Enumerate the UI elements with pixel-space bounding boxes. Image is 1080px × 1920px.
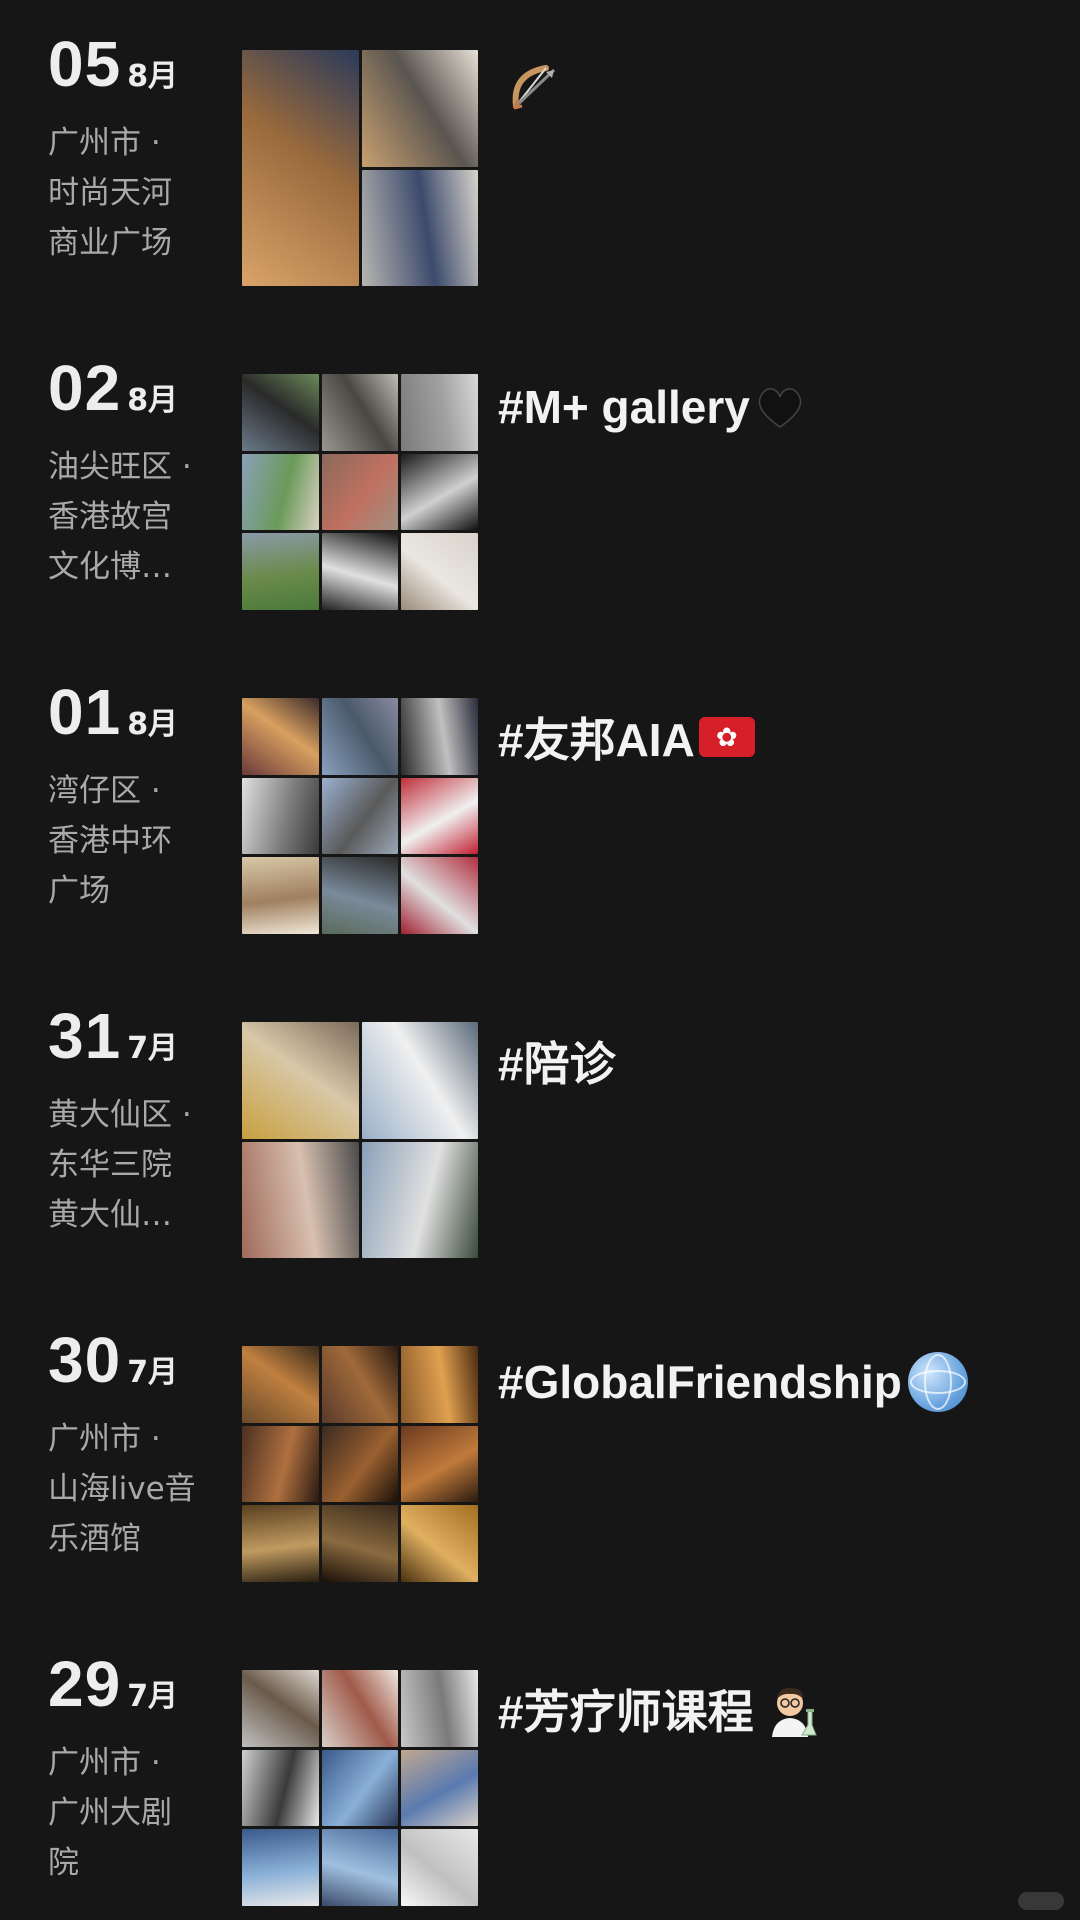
- black-heart-icon: [758, 388, 802, 428]
- photo-thumbnail[interactable]: [242, 1670, 319, 1747]
- photo-thumbnail[interactable]: [401, 374, 478, 451]
- date-column: 29 7月 广州市 · 广州大剧 院: [48, 1652, 218, 1888]
- caption-text: #M+ gallery: [498, 381, 750, 433]
- photo-thumbnail[interactable]: [401, 1749, 478, 1827]
- date-column: 02 8月 油尖旺区 · 香港故宫 文化博…: [48, 356, 218, 592]
- timeline-entry[interactable]: 01 8月 湾仔区 · 香港中环 广场 #友邦AIA ✿: [0, 672, 1080, 934]
- entry-location: 油尖旺区 · 香港故宫 文化博…: [48, 449, 192, 585]
- entry-month: 7月: [127, 1031, 179, 1066]
- timeline-entry[interactable]: 05 8月 广州市 · 时尚天河 商业广场: [0, 24, 1080, 286]
- entry-day: 31: [48, 1000, 122, 1072]
- entry-month: 8月: [127, 707, 179, 742]
- entry-month: 7月: [127, 1355, 179, 1390]
- entry-caption[interactable]: #友邦AIA ✿: [498, 704, 755, 770]
- photo-thumbnail[interactable]: [242, 453, 319, 531]
- timeline-entry[interactable]: 31 7月 黄大仙区 · 东华三院 黄大仙… #陪诊: [0, 996, 1080, 1258]
- caption-text: #芳疗师课程: [498, 1686, 754, 1738]
- photo-thumbnail[interactable]: [321, 1425, 399, 1503]
- photo-thumbnail[interactable]: [321, 698, 399, 775]
- caption-text: #陪诊: [498, 1038, 616, 1090]
- timeline-entry[interactable]: 02 8月 油尖旺区 · 香港故宫 文化博… #M+ gallery: [0, 348, 1080, 610]
- entry-caption[interactable]: #GlobalFriendship: [498, 1352, 968, 1412]
- entry-day: 29: [48, 1648, 122, 1720]
- hong-kong-flag-icon: ✿: [698, 717, 755, 757]
- photo-thumbnail[interactable]: [242, 1346, 319, 1423]
- entry-day: 05: [48, 28, 122, 100]
- photo-grid[interactable]: [242, 1022, 478, 1258]
- timeline: 05 8月 广州市 · 时尚天河 商业广场 02 8月 油尖旺区 · 香港故宫 …: [0, 0, 1080, 1920]
- photo-thumbnail[interactable]: [401, 1670, 478, 1747]
- date-column: 30 7月 广州市 · 山海live音 乐酒馆: [48, 1328, 218, 1564]
- entry-day: 30: [48, 1324, 122, 1396]
- photo-thumbnail[interactable]: [321, 777, 399, 855]
- photo-thumbnail[interactable]: [321, 374, 399, 451]
- photo-thumbnail[interactable]: [242, 1022, 359, 1139]
- photo-thumbnail[interactable]: [321, 857, 399, 934]
- photo-thumbnail[interactable]: [401, 857, 478, 934]
- entry-location: 广州市 · 时尚天河 商业广场: [48, 125, 172, 261]
- timeline-entry[interactable]: 30 7月 广州市 · 山海live音 乐酒馆 #GlobalFriendshi…: [0, 1320, 1080, 1582]
- photo-thumbnail[interactable]: [242, 698, 319, 775]
- photo-grid[interactable]: [242, 698, 478, 934]
- photo-thumbnail[interactable]: [321, 453, 399, 531]
- date-column: 31 7月 黄大仙区 · 东华三院 黄大仙…: [48, 1004, 218, 1240]
- entry-month: 8月: [127, 59, 179, 94]
- globe-icon: [907, 1352, 968, 1412]
- photo-thumbnail[interactable]: [242, 1425, 319, 1503]
- photo-thumbnail[interactable]: [242, 1829, 319, 1906]
- photo-thumbnail[interactable]: [401, 533, 478, 610]
- photo-grid[interactable]: [242, 50, 478, 286]
- photo-thumbnail[interactable]: [321, 533, 399, 610]
- photo-grid[interactable]: [242, 1346, 478, 1582]
- photo-thumbnail[interactable]: [361, 1022, 478, 1139]
- entry-caption[interactable]: [498, 56, 566, 120]
- photo-thumbnail[interactable]: [321, 1670, 399, 1747]
- entry-location: 黄大仙区 · 东华三院 黄大仙…: [48, 1097, 192, 1233]
- entry-caption[interactable]: #芳疗师课程: [498, 1676, 820, 1742]
- entry-caption[interactable]: #M+ gallery: [498, 380, 806, 434]
- photo-thumbnail[interactable]: [321, 1346, 399, 1423]
- photo-thumbnail[interactable]: [401, 1346, 478, 1423]
- photo-thumbnail[interactable]: [321, 1505, 399, 1582]
- photo-thumbnail[interactable]: [401, 1829, 478, 1906]
- entry-location: 湾仔区 · 香港中环 广场: [48, 773, 172, 909]
- photo-thumbnail[interactable]: [242, 533, 319, 610]
- photo-thumbnail[interactable]: [361, 50, 478, 167]
- caption-text: #GlobalFriendship: [498, 1356, 902, 1408]
- date-column: 01 8月 湾仔区 · 香港中环 广场: [48, 680, 218, 916]
- photo-thumbnail[interactable]: [242, 1505, 319, 1582]
- photo-thumbnail[interactable]: [242, 857, 319, 934]
- photo-thumbnail[interactable]: [401, 777, 478, 855]
- photo-thumbnail[interactable]: [242, 1749, 319, 1827]
- timeline-entry[interactable]: 29 7月 广州市 · 广州大剧 院 #芳疗师课程: [0, 1644, 1080, 1906]
- photo-grid[interactable]: [242, 374, 478, 610]
- photo-thumbnail[interactable]: [242, 50, 359, 286]
- bow-and-arrow-icon: [512, 65, 556, 110]
- photo-thumbnail[interactable]: [242, 1141, 359, 1258]
- photo-thumbnail[interactable]: [242, 777, 319, 855]
- caption-text: #友邦AIA: [498, 714, 695, 766]
- photo-thumbnail[interactable]: [321, 1829, 399, 1906]
- entry-location: 广州市 · 广州大剧 院: [48, 1745, 172, 1881]
- photo-thumbnail[interactable]: [401, 1505, 478, 1582]
- scientist-icon: [771, 1687, 817, 1737]
- photo-thumbnail[interactable]: [242, 374, 319, 451]
- entry-caption[interactable]: #陪诊: [498, 1028, 616, 1094]
- date-column: 05 8月 广州市 · 时尚天河 商业广场: [48, 32, 218, 268]
- photo-thumbnail[interactable]: [401, 453, 478, 531]
- entry-month: 7月: [127, 1679, 179, 1714]
- watermark-badge: [1018, 1892, 1064, 1910]
- photo-thumbnail[interactable]: [401, 1425, 478, 1503]
- photo-thumbnail[interactable]: [361, 169, 478, 286]
- photo-thumbnail[interactable]: [401, 698, 478, 775]
- entry-day: 02: [48, 352, 122, 424]
- entry-day: 01: [48, 676, 122, 748]
- photo-thumbnail[interactable]: [361, 1141, 478, 1258]
- photo-grid[interactable]: [242, 1670, 478, 1906]
- entry-location: 广州市 · 山海live音 乐酒馆: [48, 1421, 196, 1557]
- entry-month: 8月: [127, 383, 179, 418]
- photo-thumbnail[interactable]: [321, 1749, 399, 1827]
